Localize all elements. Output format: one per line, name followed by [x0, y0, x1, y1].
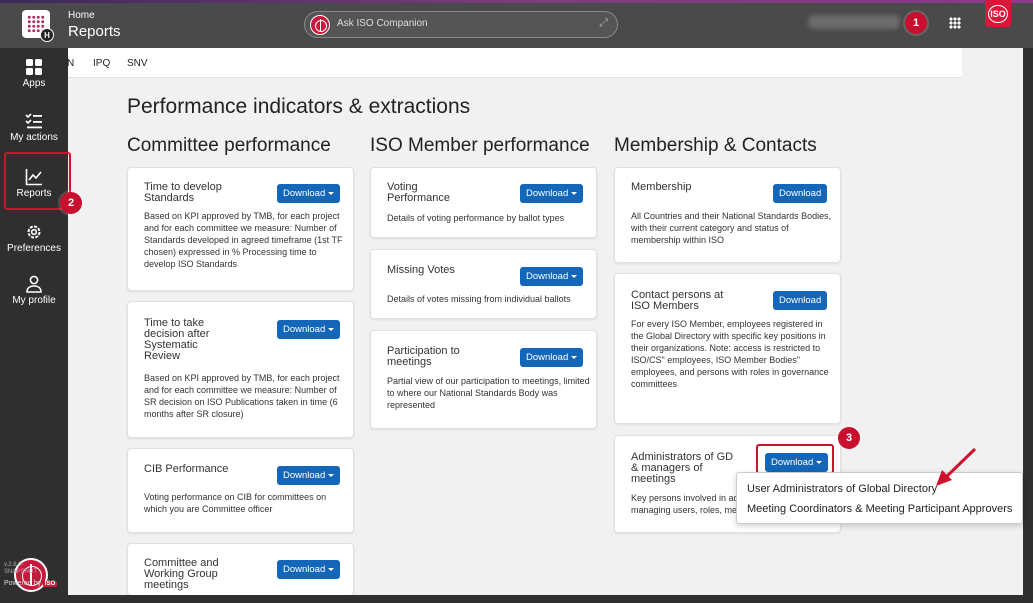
download-button[interactable]: Download: [277, 560, 341, 579]
caret-down-icon: [328, 327, 335, 331]
caret-down-icon: [328, 567, 335, 571]
sidebar-item-label: My profile: [12, 295, 56, 306]
annotation-2: 2: [60, 192, 82, 214]
download-button[interactable]: Download: [520, 267, 584, 286]
expand-icon[interactable]: ⤢: [599, 17, 608, 30]
tab-ipq[interactable]: IPQ: [93, 58, 110, 69]
card-title: Participation to meetings: [387, 345, 460, 368]
card-title: Administrators of GD & managers of meeti…: [631, 451, 734, 485]
report-card: Missing Votes Download Details of votes …: [370, 249, 597, 319]
sidebar: Apps My actions Reports Preferences My p…: [0, 48, 68, 603]
companion-search[interactable]: Ask ISO Companion ⤢: [304, 11, 618, 38]
caret-down-icon: [328, 191, 335, 195]
version-label: v.2.8.0-SNAPSHOT: [4, 562, 38, 575]
sidebar-item-label: My actions: [10, 132, 58, 143]
download-button[interactable]: Download: [520, 184, 584, 203]
report-card: Participation to meetings Download Parti…: [370, 330, 597, 429]
user-email-blurred[interactable]: [808, 15, 900, 29]
top-accent-stripe: [0, 0, 1033, 3]
caret-down-icon: [571, 274, 578, 278]
download-highlight-box: [756, 444, 834, 474]
red-arrow-pointer: [936, 447, 977, 486]
column-title-membership: Membership & Contacts: [614, 135, 817, 156]
app-logo[interactable]: H: [22, 10, 54, 42]
report-card: Time to develop Standards Download Based…: [127, 167, 354, 291]
tab-bar: N IPQ SNV: [67, 48, 962, 78]
annotation-3: 3: [838, 427, 860, 449]
tab-snv[interactable]: SNV: [127, 58, 148, 69]
card-title: Time to develop Standards: [144, 181, 222, 204]
card-description: Partial view of our participation to mee…: [387, 376, 590, 410]
card-title: Membership: [631, 181, 692, 193]
sidebar-item-label: Preferences: [7, 243, 61, 254]
logo-h-badge: H: [40, 28, 54, 42]
card-description: Details of voting performance by ballot …: [387, 213, 565, 223]
page-title: Performance indicators & extractions: [127, 95, 471, 118]
sidebar-item-my-profile[interactable]: My profile: [0, 275, 68, 306]
person-icon: [26, 275, 42, 293]
card-description: Based on KPI approved by TMB, for each p…: [144, 373, 340, 419]
caret-down-icon: [571, 355, 578, 359]
card-title: Missing Votes: [387, 264, 455, 276]
card-description: Key persons involved in ad managing user…: [631, 493, 739, 515]
app-launcher-icon[interactable]: [949, 17, 961, 29]
report-card: Time to take decision after Systematic R…: [127, 301, 354, 438]
card-description: Voting performance on CIB for committees…: [144, 492, 327, 514]
apps-icon: [26, 59, 42, 75]
iso-logo: ISO: [985, 0, 1011, 27]
checklist-icon: [25, 113, 42, 129]
column-title-committee: Committee performance: [127, 135, 331, 156]
report-card: Committee and Working Group meetings Dow…: [127, 543, 354, 595]
card-title: Time to take decision after Systematic R…: [144, 317, 210, 362]
breadcrumb-home[interactable]: Home: [68, 10, 95, 21]
report-card: Membership Download All Countries and th…: [614, 167, 841, 263]
card-description: All Countries and their National Standar…: [631, 211, 832, 245]
download-button[interactable]: Download: [773, 291, 828, 310]
page-header-title: Reports: [68, 23, 121, 40]
powered-by: Powered by ISO: [4, 580, 58, 587]
card-description: Details of votes missing from individual…: [387, 294, 571, 304]
sidebar-item-label: Apps: [22, 78, 46, 89]
gear-icon: [27, 225, 41, 239]
annotation-1: 1: [905, 12, 927, 34]
card-title: Voting Performance: [387, 181, 450, 204]
report-card: Contact persons at ISO Members Download …: [614, 273, 841, 424]
report-card: Voting Performance Download Details of v…: [370, 167, 597, 238]
card-description: Based on KPI approved by TMB, for each p…: [144, 211, 343, 269]
companion-placeholder: Ask ISO Companion: [337, 18, 428, 29]
card-title: Committee and Working Group meetings: [144, 557, 219, 591]
download-button[interactable]: Download: [520, 348, 584, 367]
download-button[interactable]: Download: [277, 184, 341, 203]
report-card: CIB Performance Download Voting performa…: [127, 448, 354, 533]
menu-item-meeting-coordinators[interactable]: Meeting Coordinators & Meeting Participa…: [747, 503, 1012, 515]
download-button[interactable]: Download: [277, 466, 341, 485]
sidebar-item-preferences[interactable]: Preferences: [0, 223, 68, 254]
tab-n[interactable]: N: [67, 58, 74, 69]
top-bar: H Home Reports Ask ISO Companion ⤢ ISO: [0, 0, 1033, 48]
iso-companion-icon: [310, 15, 330, 35]
card-description: For every ISO Member, employees register…: [631, 319, 829, 389]
caret-down-icon: [328, 473, 335, 477]
card-title: Contact persons at ISO Members: [631, 289, 724, 312]
card-title: CIB Performance: [144, 463, 229, 475]
column-title-member: ISO Member performance: [370, 135, 590, 156]
download-button[interactable]: Download: [773, 184, 828, 203]
sidebar-item-apps[interactable]: Apps: [0, 58, 68, 89]
download-button[interactable]: Download: [277, 320, 341, 339]
bottom-edge: [68, 595, 1033, 603]
menu-item-user-administrators[interactable]: User Administrators of Global Directory: [747, 483, 937, 495]
right-edge: [1023, 48, 1033, 603]
sidebar-item-my-actions[interactable]: My actions: [0, 112, 68, 143]
caret-down-icon: [571, 191, 578, 195]
